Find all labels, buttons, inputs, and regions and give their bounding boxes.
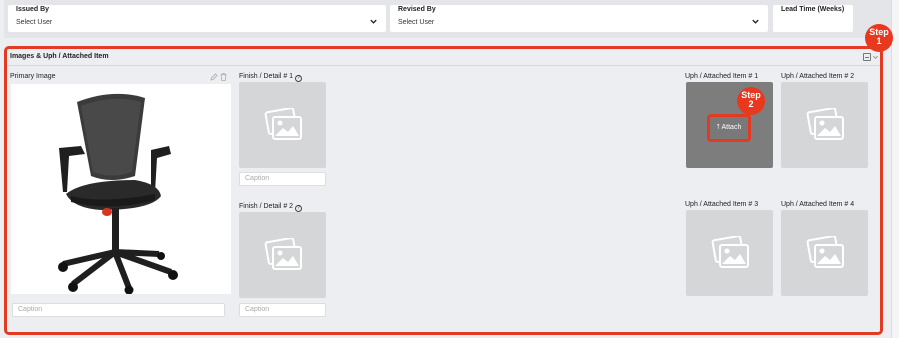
revised-by-value: Select User	[398, 19, 435, 26]
section-title: Images & Uph / Attached Item	[10, 53, 109, 60]
trash-icon[interactable]	[220, 73, 227, 81]
primary-image[interactable]	[11, 84, 231, 295]
finish-1-image-slot[interactable]	[239, 82, 326, 168]
finish-2-caption-input[interactable]: Caption	[239, 303, 326, 317]
attach-button[interactable]: ⭡ Attach	[707, 114, 751, 142]
images-section: Images & Uph / Attached Item Primary Ima…	[4, 46, 883, 335]
image-placeholder-icon	[806, 108, 844, 140]
revised-by-label: Revised By	[398, 6, 436, 13]
uph-1-label: Uph / Attached Item # 1	[685, 73, 759, 80]
uph-4-image-slot[interactable]	[781, 210, 868, 296]
step-2-badge: Step 2	[737, 87, 765, 115]
image-placeholder-icon	[264, 238, 302, 270]
issued-by-label: Issued By	[16, 6, 50, 13]
divider	[7, 65, 880, 66]
uph-2-label: Uph / Attached Item # 2	[781, 73, 855, 80]
chevron-down-icon[interactable]	[369, 17, 378, 26]
revised-by-field[interactable]: Revised By Select User	[390, 5, 768, 32]
issued-by-field[interactable]: Issued By Select User	[8, 5, 386, 32]
step-1-badge: Step 1	[865, 24, 893, 52]
upload-icon: ⭡	[716, 124, 720, 131]
chair-image	[58, 93, 178, 295]
step-2-num: 2	[748, 99, 754, 109]
help-icon[interactable]: ?	[295, 205, 303, 212]
image-placeholder-icon	[711, 236, 749, 268]
primary-image-label: Primary Image	[10, 73, 56, 80]
uph-4-label: Uph / Attached Item # 4	[781, 201, 855, 208]
finish-2-label: Finish / Detail # 2?	[239, 203, 303, 212]
finish-2-image-slot[interactable]	[239, 212, 326, 298]
primary-caption-input[interactable]: Caption	[12, 303, 225, 317]
finish-1-label-text: Finish / Detail # 1	[239, 73, 294, 80]
finish-1-caption-input[interactable]: Caption	[239, 172, 326, 186]
attach-label: Attach	[721, 124, 742, 131]
image-placeholder-icon	[806, 236, 844, 268]
lead-time-field[interactable]: Lead Time (Weeks)	[773, 5, 853, 32]
help-icon[interactable]: ?	[295, 75, 303, 82]
chevron-down-icon[interactable]	[751, 17, 760, 26]
uph-2-image-slot[interactable]	[781, 82, 868, 168]
lead-time-label: Lead Time (Weeks)	[781, 6, 845, 13]
caret-icon[interactable]	[872, 53, 879, 61]
step-1-num: 1	[876, 36, 882, 46]
uph-3-label: Uph / Attached Item # 3	[685, 201, 759, 208]
issued-by-value: Select User	[16, 19, 53, 26]
collapse-icon[interactable]	[863, 53, 871, 61]
image-placeholder-icon	[264, 108, 302, 140]
pencil-icon[interactable]	[210, 73, 218, 81]
top-fields-strip: Issued By Select User Revised By Select …	[4, 0, 892, 38]
uph-3-image-slot[interactable]	[686, 210, 773, 296]
finish-1-label: Finish / Detail # 1?	[239, 73, 303, 82]
finish-2-label-text: Finish / Detail # 2	[239, 203, 294, 210]
scrollbar[interactable]	[891, 0, 899, 338]
